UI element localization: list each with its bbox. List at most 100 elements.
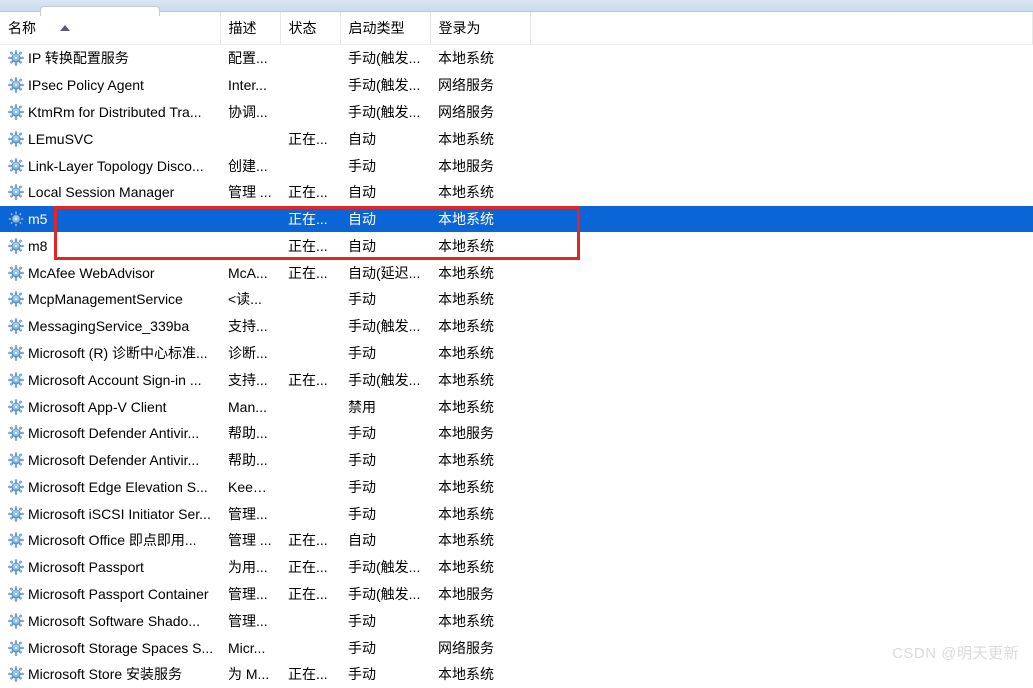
- cell-logon: 本地系统: [430, 259, 530, 286]
- watermark: CSDN @明天更新: [892, 642, 1019, 663]
- gear-icon: [8, 532, 24, 548]
- table-row[interactable]: Microsoft iSCSI Initiator Ser...管理...手动本…: [0, 500, 1033, 527]
- cell-description: Man...: [220, 393, 280, 420]
- cell-logon: 本地系统: [430, 527, 530, 554]
- service-name-label: LEmuSVC: [28, 131, 93, 147]
- gear-icon: [8, 452, 24, 468]
- service-name-label: Microsoft iSCSI Initiator Ser...: [28, 506, 211, 522]
- cell-logon: 本地系统: [430, 179, 530, 206]
- cell-logon: 本地系统: [430, 206, 530, 233]
- cell-logon: 本地系统: [430, 447, 530, 474]
- service-name-label: Microsoft Passport Container: [28, 586, 209, 602]
- table-row[interactable]: Microsoft Defender Antivir...帮助...手动本地服务: [0, 420, 1033, 447]
- cell-logon: 本地系统: [430, 474, 530, 501]
- table-row[interactable]: Microsoft Edge Elevation S...Keep...手动本地…: [0, 474, 1033, 501]
- service-name-label: IPsec Policy Agent: [28, 77, 144, 93]
- table-row[interactable]: Microsoft Passport Container管理...正在...手动…: [0, 581, 1033, 608]
- cell-name: Microsoft Passport: [0, 554, 220, 581]
- table-row[interactable]: Microsoft Store 安装服务为 M...正在...手动本地系统: [0, 661, 1033, 688]
- cell-description: Micr...: [220, 634, 280, 661]
- gear-icon: [8, 666, 24, 682]
- table-row[interactable]: McpManagementService<读...手动本地系统: [0, 286, 1033, 313]
- table-row[interactable]: KtmRm for Distributed Tra...协调...手动(触发..…: [0, 99, 1033, 126]
- cell-logon: 网络服务: [430, 99, 530, 126]
- table-row[interactable]: Microsoft Passport为用...正在...手动(触发...本地系统: [0, 554, 1033, 581]
- service-name-label: Microsoft Defender Antivir...: [28, 425, 199, 441]
- service-name-label: Local Session Manager: [28, 184, 174, 200]
- cell-name: IPsec Policy Agent: [0, 72, 220, 99]
- cell-status: 正在...: [280, 581, 340, 608]
- cell-logon: 本地系统: [430, 125, 530, 152]
- cell-status: [280, 607, 340, 634]
- service-name-label: Microsoft App-V Client: [28, 399, 167, 415]
- service-name-label: Microsoft Edge Elevation S...: [28, 479, 208, 495]
- table-row[interactable]: Microsoft Software Shado...管理...手动本地系统: [0, 607, 1033, 634]
- cell-startup: 手动: [340, 474, 430, 501]
- column-header-status[interactable]: 状态: [280, 12, 340, 45]
- cell-description: 为用...: [220, 554, 280, 581]
- services-table[interactable]: 名称 描述 状态 启动类型 登录为 IP 转换配置服务配置...手动(触发...…: [0, 12, 1033, 688]
- table-row[interactable]: MessagingService_339ba支持...手动(触发...本地系统: [0, 313, 1033, 340]
- cell-startup: 自动: [340, 232, 430, 259]
- cell-status: 正在...: [280, 527, 340, 554]
- cell-name: Microsoft Storage Spaces S...: [0, 634, 220, 661]
- cell-description: [220, 206, 280, 233]
- column-header-logon[interactable]: 登录为: [430, 12, 530, 45]
- table-row[interactable]: Microsoft Account Sign-in ...支持...正在...手…: [0, 366, 1033, 393]
- cell-name: m8: [0, 232, 220, 259]
- cell-name: KtmRm for Distributed Tra...: [0, 99, 220, 126]
- gear-icon: [8, 265, 24, 281]
- table-row[interactable]: Link-Layer Topology Disco...创建...手动本地服务: [0, 152, 1033, 179]
- cell-status: [280, 152, 340, 179]
- table-row[interactable]: Microsoft Office 即点即用...管理 ...正在...自动本地系…: [0, 527, 1033, 554]
- service-name-label: Microsoft Software Shado...: [28, 613, 200, 629]
- table-row[interactable]: m5正在...自动本地系统: [0, 206, 1033, 233]
- gear-icon: [8, 613, 24, 629]
- table-row[interactable]: IPsec Policy AgentInter...手动(触发...网络服务: [0, 72, 1033, 99]
- service-name-label: McAfee WebAdvisor: [28, 265, 155, 281]
- cell-startup: 手动(触发...: [340, 366, 430, 393]
- cell-description: 管理 ...: [220, 527, 280, 554]
- cell-logon: 本地系统: [430, 366, 530, 393]
- cell-startup: 手动: [340, 607, 430, 634]
- cell-logon: 本地服务: [430, 581, 530, 608]
- table-row[interactable]: Microsoft Defender Antivir...帮助...手动本地系统: [0, 447, 1033, 474]
- cell-name: Microsoft Software Shado...: [0, 607, 220, 634]
- cell-status: [280, 420, 340, 447]
- column-header-description[interactable]: 描述: [220, 12, 280, 45]
- table-row[interactable]: LEmuSVC正在...自动本地系统: [0, 125, 1033, 152]
- cell-name: Microsoft Account Sign-in ...: [0, 366, 220, 393]
- cell-status: [280, 500, 340, 527]
- table-row[interactable]: Local Session Manager管理 ...正在...自动本地系统: [0, 179, 1033, 206]
- table-row[interactable]: Microsoft Storage Spaces S...Micr...手动网络…: [0, 634, 1033, 661]
- cell-status: [280, 340, 340, 367]
- column-header-name[interactable]: 名称: [0, 12, 220, 45]
- cell-startup: 手动: [340, 420, 430, 447]
- cell-name: IP 转换配置服务: [0, 45, 220, 72]
- table-row[interactable]: IP 转换配置服务配置...手动(触发...本地系统: [0, 45, 1033, 72]
- cell-description: 诊断...: [220, 340, 280, 367]
- service-name-label: Microsoft (R) 诊断中心标准...: [28, 343, 208, 363]
- cell-status: [280, 72, 340, 99]
- cell-status: 正在...: [280, 232, 340, 259]
- table-row[interactable]: m8正在...自动本地系统: [0, 232, 1033, 259]
- service-name-label: McpManagementService: [28, 291, 183, 307]
- cell-name: Link-Layer Topology Disco...: [0, 152, 220, 179]
- cell-logon: 网络服务: [430, 72, 530, 99]
- table-row[interactable]: Microsoft (R) 诊断中心标准...诊断...手动本地系统: [0, 340, 1033, 367]
- cell-logon: 本地系统: [430, 607, 530, 634]
- table-row[interactable]: Microsoft App-V ClientMan...禁用本地系统: [0, 393, 1033, 420]
- gear-icon: [8, 238, 24, 254]
- cell-startup: 手动: [340, 447, 430, 474]
- cell-name: Microsoft (R) 诊断中心标准...: [0, 340, 220, 367]
- cell-name: Microsoft Store 安装服务: [0, 661, 220, 688]
- cell-name: Local Session Manager: [0, 179, 220, 206]
- cell-description: Inter...: [220, 72, 280, 99]
- cell-description: 支持...: [220, 366, 280, 393]
- cell-status: 正在...: [280, 661, 340, 688]
- table-row[interactable]: McAfee WebAdvisorMcA...正在...自动(延迟...本地系统: [0, 259, 1033, 286]
- gear-icon: [8, 399, 24, 415]
- cell-description: McA...: [220, 259, 280, 286]
- column-header-startup[interactable]: 启动类型: [340, 12, 430, 45]
- gear-icon: [8, 559, 24, 575]
